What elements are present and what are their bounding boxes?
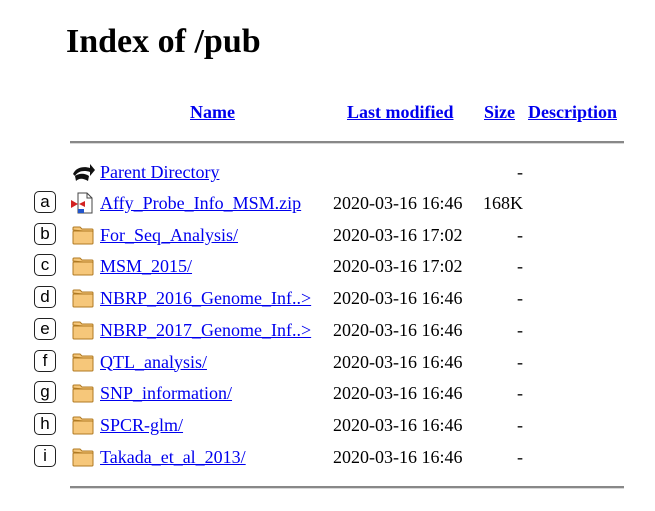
- page-title: Index of /pub: [66, 23, 261, 60]
- sort-by-last-modified-link[interactable]: Last modified: [347, 101, 454, 123]
- row-marker-label: g: [34, 381, 56, 404]
- binary-file-icon: [70, 191, 96, 215]
- size-value: -: [517, 351, 523, 372]
- file-link[interactable]: Affy_Probe_Info_MSM.zip: [100, 192, 301, 214]
- size-value: -: [517, 288, 523, 309]
- parent-size: -: [517, 162, 523, 182]
- folder-link[interactable]: Takada_et_al_2013/: [100, 446, 246, 468]
- size-value: 168K: [483, 193, 523, 213]
- last-modified-value: 2020-03-16 17:02: [333, 224, 463, 245]
- size-value: -: [517, 256, 523, 277]
- row-marker-label: c: [34, 254, 56, 277]
- last-modified-value: 2020-03-16 17:02: [333, 256, 463, 277]
- listing-row: h SPCR-glm/2020-03-16 16:46 -: [0, 411, 655, 439]
- last-modified-value: 2020-03-16 16:46: [333, 446, 463, 467]
- parent-directory-row: Parent Directory -: [0, 158, 655, 186]
- folder-icon: [70, 413, 96, 437]
- sort-by-size-link[interactable]: Size: [484, 101, 515, 123]
- top-divider: [70, 141, 624, 144]
- back-arrow-icon: [70, 160, 96, 184]
- listing-row: g SNP_information/2020-03-16 16:46 -: [0, 379, 655, 407]
- last-modified-value: 2020-03-16 16:46: [333, 351, 463, 372]
- last-modified-value: 2020-03-16 16:46: [333, 414, 463, 435]
- listing-row: c MSM_2015/2020-03-16 17:02 -: [0, 252, 655, 280]
- sort-by-name-link[interactable]: Name: [190, 101, 235, 123]
- listing-row: e NBRP_2017_Genome_Inf..> 2020-03-16 16:46…: [0, 316, 655, 344]
- folder-icon: [70, 350, 96, 374]
- row-marker-label: f: [34, 349, 56, 372]
- size-value: -: [517, 414, 523, 435]
- folder-link[interactable]: For_Seq_Analysis/: [100, 224, 238, 246]
- size-value: -: [517, 446, 523, 467]
- folder-link[interactable]: SNP_information/: [100, 382, 232, 404]
- listing-row: a Affy_Probe_Info_MSM.zip 2020-03-16 16:46…: [0, 189, 655, 217]
- folder-icon: [70, 318, 96, 342]
- last-modified-value: 2020-03-16 16:46: [333, 193, 463, 213]
- folder-link[interactable]: QTL_analysis/: [100, 351, 207, 373]
- folder-link[interactable]: NBRP_2016_Genome_Inf..>: [100, 287, 311, 309]
- folder-icon: [70, 254, 96, 278]
- folder-icon: [70, 445, 96, 469]
- folder-icon: [70, 381, 96, 405]
- row-marker-label: d: [34, 286, 56, 309]
- size-value: -: [517, 383, 523, 404]
- last-modified-value: 2020-03-16 16:46: [333, 319, 463, 340]
- size-value: -: [517, 224, 523, 245]
- bottom-divider: [70, 486, 624, 489]
- folder-icon: [70, 286, 96, 310]
- listing-row: d NBRP_2016_Genome_Inf..> 2020-03-16 16:46…: [0, 284, 655, 312]
- row-marker-label: b: [34, 222, 56, 245]
- listing-row: i Takada_et_al_2013/2020-03-16 16:46 -: [0, 443, 655, 471]
- last-modified-value: 2020-03-16 16:46: [333, 288, 463, 309]
- folder-link[interactable]: MSM_2015/: [100, 255, 192, 277]
- size-value: -: [517, 319, 523, 340]
- row-marker-label: i: [34, 444, 56, 467]
- parent-directory-link[interactable]: Parent Directory: [100, 161, 219, 183]
- row-marker-label: h: [34, 412, 56, 435]
- listing-row: b For_Seq_Analysis/2020-03-16 17:02 -: [0, 221, 655, 249]
- row-marker-label: e: [34, 317, 56, 340]
- folder-link[interactable]: SPCR-glm/: [100, 414, 183, 436]
- last-modified-value: 2020-03-16 16:46: [333, 383, 463, 404]
- folder-link[interactable]: NBRP_2017_Genome_Inf..>: [100, 319, 311, 341]
- listing-row: f QTL_analysis/2020-03-16 16:46 -: [0, 348, 655, 376]
- sort-by-description-link[interactable]: Description: [528, 101, 617, 123]
- row-marker-label: a: [34, 191, 56, 213]
- folder-icon: [70, 223, 96, 247]
